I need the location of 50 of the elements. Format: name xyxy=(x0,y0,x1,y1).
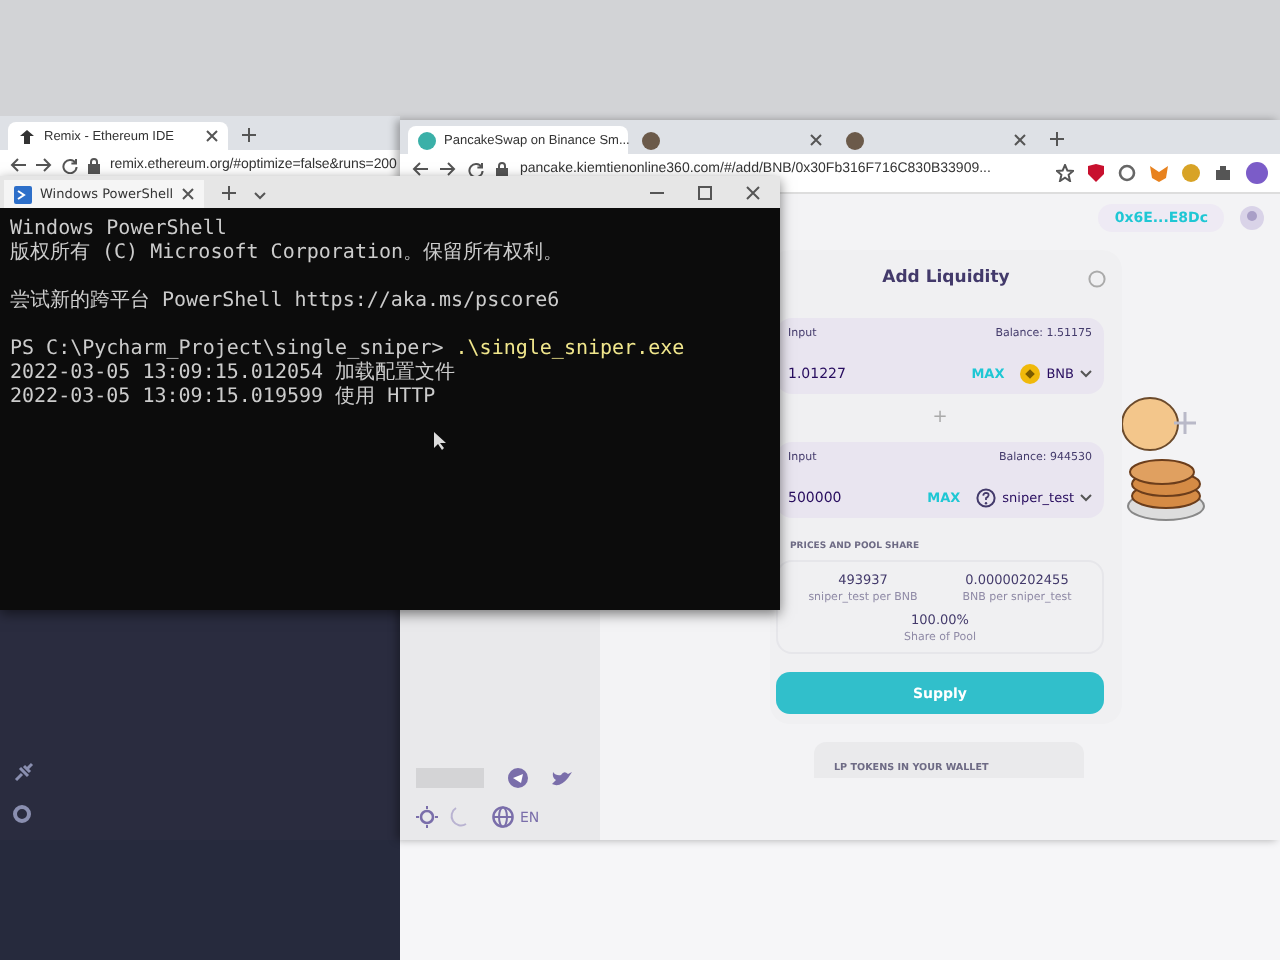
twitter-icon[interactable] xyxy=(552,769,572,787)
telegram-icon[interactable] xyxy=(508,768,528,788)
shield-icon[interactable] xyxy=(1088,164,1104,182)
caret-icon[interactable] xyxy=(254,192,266,200)
caret-icon xyxy=(1080,370,1092,378)
terminal-line: 2022-03-05 13:09:15.019599 使用 HTTP xyxy=(10,386,436,408)
globe-icon[interactable] xyxy=(492,806,514,828)
puzzle-icon[interactable] xyxy=(1214,164,1232,182)
terminal-prompt: PS C:\Pycharm_Project\single_sniper> xyxy=(10,338,444,360)
new-tab-icon[interactable] xyxy=(1050,132,1064,146)
sparkle-icon xyxy=(1174,412,1196,434)
minimize-icon[interactable] xyxy=(650,191,664,193)
reload-icon[interactable] xyxy=(468,162,484,178)
terminal-line: 2022-03-05 13:09:15.012054 加载配置文件 xyxy=(10,362,456,384)
remix-logo-icon xyxy=(18,127,36,145)
new-tab-icon[interactable] xyxy=(222,186,236,200)
terminal-line: 版权所有 (C) Microsoft Corporation。保留所有权利。 xyxy=(10,242,564,264)
plug-icon[interactable] xyxy=(12,760,36,784)
cursor-icon xyxy=(434,432,446,450)
card-title: Add Liquidity xyxy=(882,268,1010,288)
back-icon[interactable] xyxy=(10,158,26,172)
back-icon[interactable] xyxy=(412,162,428,176)
reload-icon[interactable] xyxy=(62,158,78,174)
terminal-line: 尝试新的跨平台 PowerShell https://aka.ms/pscore6 xyxy=(10,290,560,312)
sun-moon-icon[interactable] xyxy=(416,806,468,828)
caret-icon xyxy=(1080,494,1092,502)
fox-icon[interactable] xyxy=(1150,164,1168,182)
close-icon[interactable] xyxy=(810,134,822,146)
powershell-icon xyxy=(14,185,32,203)
close-icon[interactable] xyxy=(1014,134,1026,146)
question-icon xyxy=(976,488,997,508)
coin-icon xyxy=(1020,364,1041,384)
forward-icon[interactable] xyxy=(36,158,52,172)
bunny-logo-icon xyxy=(418,131,436,149)
lock-icon xyxy=(88,158,100,174)
avatar-icon[interactable] xyxy=(1246,162,1268,184)
terminal-command: .\single_sniper.exe xyxy=(455,338,685,360)
close-icon[interactable] xyxy=(746,185,760,199)
circle-icon[interactable] xyxy=(1118,164,1136,182)
forward-icon[interactable] xyxy=(440,162,456,176)
pancakes-drawing xyxy=(1122,392,1206,524)
new-tab-icon[interactable] xyxy=(242,128,256,142)
maximize-icon[interactable] xyxy=(698,185,712,199)
avatar-icon xyxy=(846,131,864,149)
close-icon[interactable] xyxy=(206,130,218,142)
close-icon[interactable] xyxy=(182,188,194,200)
terminal-line: Windows PowerShell xyxy=(10,218,227,240)
star-icon[interactable] xyxy=(1056,164,1074,182)
plus-sign: + xyxy=(930,406,950,432)
avatar-icon xyxy=(642,131,660,149)
